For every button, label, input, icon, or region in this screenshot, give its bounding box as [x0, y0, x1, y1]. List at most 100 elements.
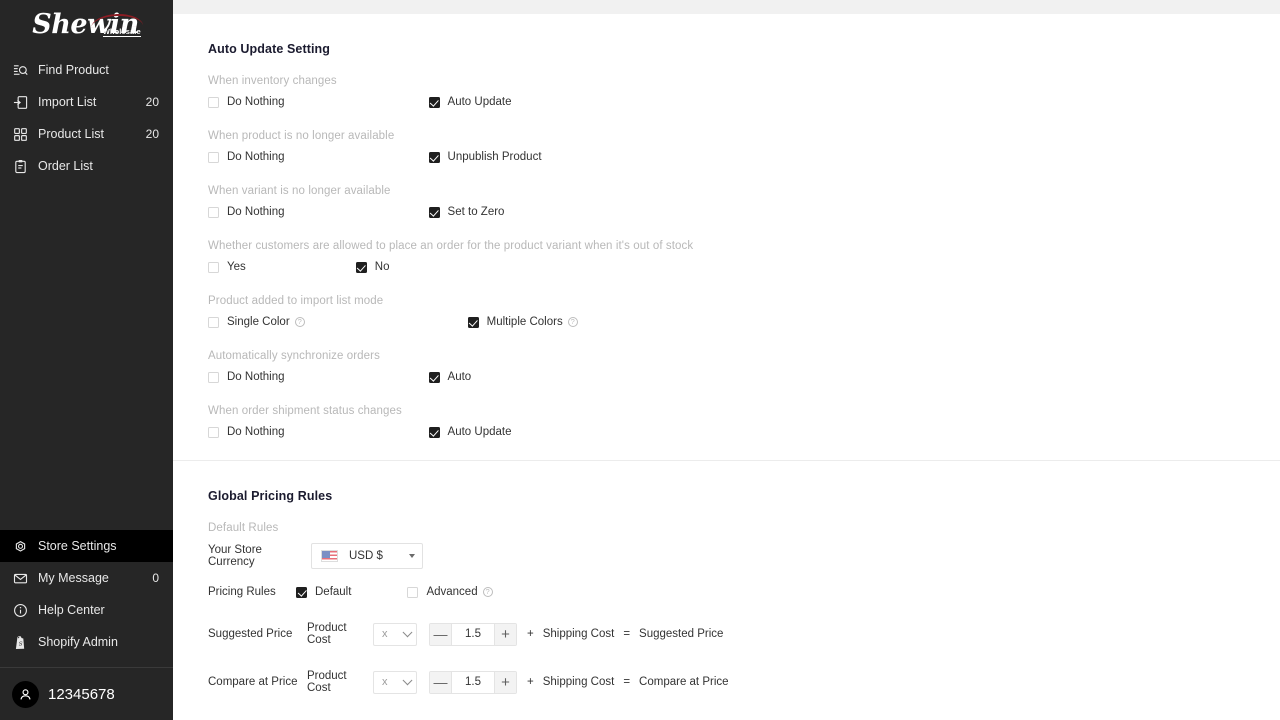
sidebar-item-count: 20	[145, 95, 159, 109]
checkbox-label: Advanced	[426, 586, 478, 598]
sidebar-item-label: Find Product	[38, 63, 109, 77]
pricing-rules-row: Pricing Rules Default Advanced?	[208, 586, 1280, 598]
sidebar-item-my-message[interactable]: My Message 0	[0, 562, 173, 594]
chevron-down-icon	[402, 626, 413, 637]
checkbox-option[interactable]: Do Nothing	[208, 371, 285, 383]
checkbox-label: Do Nothing	[227, 371, 285, 383]
checkbox-unchecked[interactable]	[208, 261, 219, 273]
main-content: Auto Update Setting When inventory chang…	[173, 0, 1280, 720]
setting-group-label: When variant is no longer available	[208, 185, 391, 197]
checkbox-checked[interactable]	[428, 151, 440, 163]
sidebar: Shewin Wholesale Find Product Import Lis…	[0, 0, 173, 720]
sidebar-item-find-product[interactable]: Find Product	[0, 54, 173, 86]
setting-option-row: Do Nothing Set to Zero	[208, 206, 1280, 218]
checkbox-option[interactable]: Do Nothing	[208, 96, 285, 108]
checkbox-option[interactable]: Do Nothing	[208, 426, 285, 438]
brand-logo[interactable]: Shewin Wholesale	[0, 0, 173, 48]
user-avatar-icon	[12, 680, 39, 708]
pricing-rule-option[interactable]: Default	[296, 586, 351, 598]
checkbox-checked[interactable]	[428, 426, 440, 438]
checkbox-checked[interactable]	[428, 371, 440, 383]
checkbox-option[interactable]: No	[355, 261, 390, 273]
auto-update-group-list: When inventory changes Do Nothing Auto Upd…	[208, 75, 1280, 438]
us-flag-icon	[321, 550, 338, 562]
checkbox-option[interactable]: Auto Update	[428, 96, 512, 108]
increment-button[interactable]: +	[494, 671, 516, 693]
chevron-down-icon	[402, 674, 413, 685]
chevron-down-icon	[409, 554, 415, 558]
help-icon[interactable]: ?	[482, 587, 493, 597]
setting-group: When product is no longer available Do No…	[208, 130, 1280, 163]
formula-result: Suggested Price	[639, 628, 724, 640]
sidebar-item-count: 20	[145, 127, 159, 141]
checkbox-label: Yes	[227, 261, 246, 273]
setting-group: When inventory changes Do Nothing Auto Upd…	[208, 75, 1280, 108]
multiplier-input[interactable]: 1.5	[452, 623, 494, 645]
formula-shipping-cost: Shipping Cost	[542, 676, 615, 688]
checkbox-label: Auto Update	[447, 96, 512, 108]
default-rules-label: Default Rules	[208, 522, 279, 534]
checkbox-unchecked[interactable]	[208, 426, 219, 438]
currency-select[interactable]: USD $	[311, 543, 423, 569]
checkbox-option[interactable]: Set to Zero	[428, 206, 504, 218]
increment-button[interactable]: +	[494, 623, 516, 645]
sidebar-item-help-center[interactable]: Help Center	[0, 594, 173, 626]
setting-group: Automatically synchronize orders Do Nothi…	[208, 350, 1280, 383]
checkbox-unchecked[interactable]	[208, 151, 219, 163]
formula-equals-sign: =	[623, 676, 631, 688]
checkbox-unchecked[interactable]	[208, 206, 219, 218]
pricing-rules-label: Pricing Rules	[208, 586, 276, 598]
checkbox-checked[interactable]	[467, 316, 479, 328]
checkbox-checked[interactable]	[296, 586, 307, 598]
checkbox-unchecked[interactable]	[407, 586, 419, 598]
sidebar-item-label: Shopify Admin	[38, 635, 118, 649]
checkbox-unchecked[interactable]	[208, 96, 219, 108]
help-icon[interactable]: ?	[567, 317, 578, 327]
gear-icon	[13, 539, 28, 554]
setting-option-row: Do Nothing Unpublish Product	[208, 151, 1280, 163]
checkbox-option[interactable]: Yes	[208, 261, 246, 273]
page-title: Auto Update Setting	[208, 42, 331, 56]
checkbox-checked[interactable]	[428, 206, 440, 218]
operator-select[interactable]: x	[373, 670, 417, 694]
setting-option-row: Do Nothing Auto	[208, 371, 1280, 383]
sidebar-item-product-list[interactable]: Product List 20	[0, 118, 173, 150]
checkbox-option[interactable]: Do Nothing	[208, 206, 285, 218]
checkbox-option[interactable]: Auto Update	[428, 426, 511, 438]
multiplier-input[interactable]: 1.5	[452, 671, 494, 693]
account-row[interactable]: 12345678	[0, 668, 173, 720]
sidebar-item-store-settings[interactable]: Store Settings	[0, 530, 173, 562]
operator-select[interactable]: x	[373, 622, 417, 646]
checkbox-label: Single Color	[227, 316, 290, 328]
checkbox-unchecked[interactable]	[208, 371, 219, 383]
checkbox-unchecked[interactable]	[208, 316, 219, 328]
sidebar-item-order-list[interactable]: Order List	[0, 150, 173, 182]
checkbox-option[interactable]: Multiple Colors?	[467, 316, 578, 328]
sidebar-item-import-list[interactable]: Import List 20	[0, 86, 173, 118]
decrement-button[interactable]: —	[430, 671, 452, 693]
help-icon[interactable]: ?	[294, 317, 305, 327]
decrement-button[interactable]: —	[430, 623, 452, 645]
checkbox-checked[interactable]	[355, 261, 367, 273]
pricing-section-title: Global Pricing Rules	[208, 489, 333, 503]
primary-nav: Find Product Import List 20 Product List…	[0, 54, 173, 182]
app-root: Shewin Wholesale Find Product Import Lis…	[0, 0, 1280, 720]
pricing-rule-option[interactable]: Advanced?	[407, 586, 493, 598]
checkbox-option[interactable]: Unpublish Product	[428, 151, 542, 163]
import-icon	[13, 95, 28, 110]
checkbox-option[interactable]: Auto	[428, 371, 471, 383]
settings-panel: Auto Update Setting When inventory chang…	[173, 14, 1280, 720]
checkbox-label: Do Nothing	[227, 96, 285, 108]
sidebar-item-shopify-admin[interactable]: S Shopify Admin	[0, 626, 173, 658]
multiplier-stepper: —1.5 +	[429, 670, 517, 694]
currency-value: USD $	[349, 550, 383, 562]
checkbox-checked[interactable]	[428, 96, 440, 108]
envelope-icon	[13, 571, 28, 586]
checkbox-label: No	[374, 261, 390, 273]
checkbox-option[interactable]: Single Color?	[208, 316, 305, 328]
sidebar-item-label: Product List	[38, 127, 105, 141]
operator-value: x	[382, 676, 388, 688]
pricing-rule-options: Default Advanced?	[296, 586, 493, 598]
setting-group: When order shipment status changes Do Not…	[208, 405, 1280, 438]
checkbox-option[interactable]: Do Nothing	[208, 151, 285, 163]
